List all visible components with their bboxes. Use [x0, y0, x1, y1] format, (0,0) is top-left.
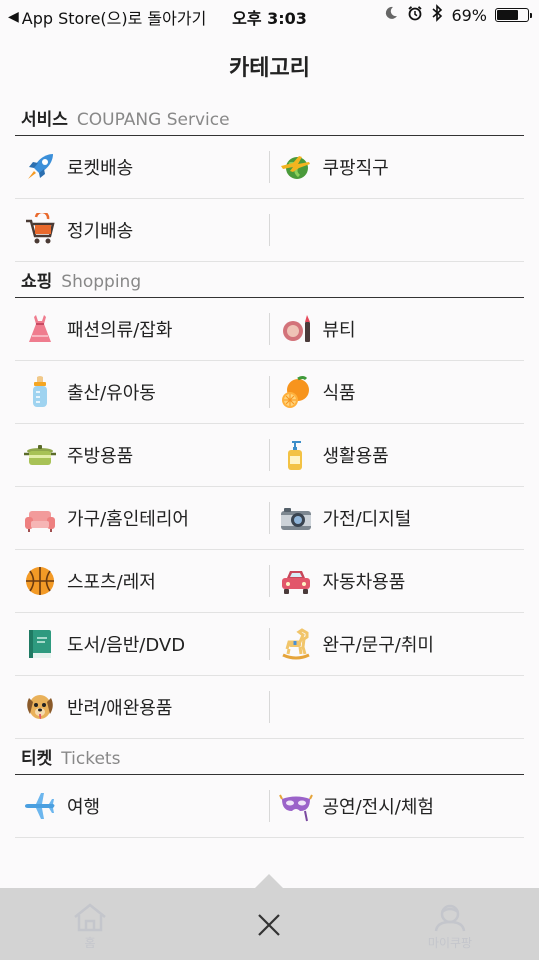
category-label: 식품 — [322, 383, 356, 404]
category-label: 자동차용품 — [322, 572, 406, 593]
category-row: 정기배송 — [15, 199, 524, 262]
category-item[interactable]: 가전/디지털 — [268, 487, 525, 549]
basketball-icon — [23, 564, 57, 598]
category-item[interactable]: 여행 — [15, 775, 269, 837]
globe-plane-icon — [279, 150, 313, 184]
battery-icon — [495, 8, 532, 22]
sofa-icon — [23, 501, 57, 535]
rocket-icon — [23, 150, 57, 184]
section-title: 쇼핑 — [21, 272, 53, 292]
rocking-horse-icon — [279, 627, 313, 661]
category-item[interactable]: 가구/홈인테리어 — [15, 487, 269, 549]
category-label: 반려/애완용품 — [67, 698, 173, 719]
category-item[interactable]: 뷰티 — [268, 298, 525, 360]
category-row: 도서/음반/DVD 완구/문구/취미 — [15, 613, 524, 676]
dog-icon — [23, 690, 57, 724]
battery-percent: 69% — [451, 5, 487, 25]
category-item[interactable]: 쿠팡직구 — [268, 136, 525, 198]
category-row: 로켓배송 쿠팡직구 — [15, 136, 524, 199]
user-icon — [434, 904, 466, 932]
section-title: 서비스 — [21, 110, 68, 130]
category-item[interactable]: 생활용품 — [268, 424, 525, 486]
category-item[interactable]: 정기배송 — [15, 199, 269, 261]
category-label: 가구/홈인테리어 — [67, 509, 189, 530]
tab-home-label: 홈 — [84, 936, 96, 950]
pot-icon — [23, 438, 57, 472]
empty-cell — [268, 676, 525, 738]
category-item[interactable]: 출산/유아동 — [15, 361, 269, 423]
page-title: 카테고리 — [229, 56, 310, 81]
category-label: 출산/유아동 — [67, 383, 156, 404]
category-row: 여행 공연/전시/체험 — [15, 775, 524, 838]
category-item[interactable]: 반려/애완용품 — [15, 676, 269, 738]
cosmetics-icon — [279, 312, 313, 346]
category-label: 가전/디지털 — [322, 509, 412, 530]
close-button[interactable] — [254, 910, 284, 940]
status-bar: ◀ App Store(으)로 돌아가기 오후 3:03 69% — [0, 0, 539, 30]
category-label: 도서/음반/DVD — [67, 635, 186, 656]
category-label: 로켓배송 — [67, 158, 134, 179]
close-icon — [258, 914, 280, 936]
section-subtitle: COUPANG Service — [76, 110, 230, 130]
airplane-icon — [23, 789, 57, 823]
section-title: 티켓 — [21, 749, 53, 769]
orange-icon — [279, 375, 313, 409]
category-label: 정기배송 — [67, 221, 134, 242]
tab-home[interactable]: 홈 — [58, 902, 122, 951]
category-item[interactable]: 자동차용품 — [268, 550, 525, 612]
category-list: 서비스 COUPANG Service 로켓배송 쿠팡직구정기배송쇼핑 Shopping… — [15, 100, 524, 838]
category-label: 쿠팡직구 — [322, 158, 389, 179]
bottom-tab-bar: 홈 마이쿠팡 — [0, 874, 539, 960]
bluetooth-icon — [431, 4, 443, 26]
category-label: 뷰티 — [322, 320, 356, 341]
empty-cell — [268, 199, 525, 261]
category-item[interactable]: 공연/전시/체험 — [268, 775, 525, 837]
moon-icon — [383, 5, 399, 25]
category-item[interactable]: 완구/문구/취미 — [268, 613, 525, 675]
status-icons: 69% — [383, 4, 532, 26]
category-row: 가구/홈인테리어 가전/디지털 — [15, 487, 524, 550]
tab-my-label: 마이쿠팡 — [427, 936, 473, 950]
category-item[interactable]: 패션의류/잡화 — [15, 298, 269, 360]
category-row: 출산/유아동 식품 — [15, 361, 524, 424]
category-label: 스포츠/레저 — [67, 572, 156, 593]
category-item[interactable]: 식품 — [268, 361, 525, 423]
dress-icon — [23, 312, 57, 346]
section-subtitle: Shopping — [61, 272, 142, 292]
baby-bottle-icon — [23, 375, 57, 409]
category-row: 주방용품 생활용품 — [15, 424, 524, 487]
alarm-icon — [407, 5, 423, 25]
category-label: 공연/전시/체험 — [322, 797, 435, 818]
category-row: 스포츠/레저 자동차용품 — [15, 550, 524, 613]
category-label: 생활용품 — [322, 446, 389, 467]
category-row: 패션의류/잡화 뷰티 — [15, 298, 524, 361]
cart-icon — [23, 213, 57, 247]
section-header: 쇼핑 Shopping — [15, 262, 524, 298]
category-row: 반려/애완용품 — [15, 676, 524, 739]
car-icon — [279, 564, 313, 598]
bar-notch — [255, 874, 283, 888]
section-header: 서비스 COUPANG Service — [15, 100, 524, 136]
pump-bottle-icon — [279, 438, 313, 472]
tab-my-coupang[interactable]: 마이쿠팡 — [412, 902, 488, 951]
book-icon — [23, 627, 57, 661]
battery-level — [497, 10, 518, 20]
category-label: 패션의류/잡화 — [67, 320, 173, 341]
section-subtitle: Tickets — [61, 749, 121, 769]
category-label: 여행 — [67, 797, 101, 818]
category-item[interactable]: 로켓배송 — [15, 136, 269, 198]
home-icon — [74, 903, 106, 932]
section-header: 티켓 Tickets — [15, 739, 524, 775]
category-label: 완구/문구/취미 — [322, 635, 435, 656]
category-item[interactable]: 주방용품 — [15, 424, 269, 486]
category-item[interactable]: 도서/음반/DVD — [15, 613, 269, 675]
category-label: 주방용품 — [67, 446, 134, 467]
mask-icon — [278, 789, 313, 823]
camera-icon — [279, 501, 313, 535]
category-item[interactable]: 스포츠/레저 — [15, 550, 269, 612]
